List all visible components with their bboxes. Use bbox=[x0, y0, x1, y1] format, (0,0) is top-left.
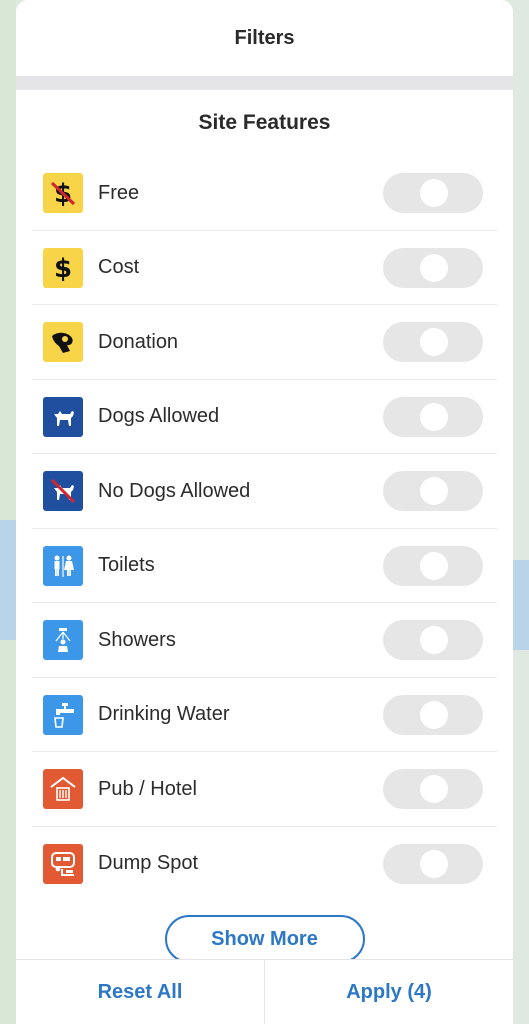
feature-row-cost[interactable]: $ Cost bbox=[16, 231, 513, 306]
feature-row-no-dogs[interactable]: No Dogs Allowed bbox=[16, 454, 513, 529]
feature-row-showers[interactable]: Showers bbox=[16, 603, 513, 678]
feature-label: Donation bbox=[98, 330, 179, 353]
toggle-knob bbox=[420, 700, 448, 729]
toggle-knob bbox=[420, 551, 448, 580]
feature-label: Toilets bbox=[98, 554, 155, 577]
dogs-allowed-toggle[interactable] bbox=[383, 396, 483, 437]
free-toggle[interactable] bbox=[383, 173, 483, 214]
pub-hotel-toggle[interactable] bbox=[383, 769, 483, 810]
dump-icon bbox=[43, 843, 83, 884]
toilets-toggle[interactable] bbox=[383, 545, 483, 586]
cost-toggle[interactable] bbox=[383, 247, 483, 288]
feature-label: Pub / Hotel bbox=[98, 777, 197, 800]
shower-icon bbox=[43, 620, 83, 661]
drinking-water-toggle[interactable] bbox=[383, 694, 483, 735]
donation-icon bbox=[43, 322, 83, 363]
feature-row-free[interactable]: $ Free bbox=[16, 156, 513, 231]
feature-label: Drinking Water bbox=[98, 703, 230, 726]
toilet-icon bbox=[43, 545, 83, 586]
feature-list: $ Free $ Cost Donation Dogs Allowed bbox=[16, 156, 513, 901]
feature-row-drinking-water[interactable]: Drinking Water bbox=[16, 678, 513, 753]
svg-text:$: $ bbox=[54, 254, 72, 283]
toggle-knob bbox=[420, 179, 448, 208]
toggle-knob bbox=[420, 253, 448, 282]
donation-toggle[interactable] bbox=[383, 322, 483, 363]
show-more-button[interactable]: Show More bbox=[164, 915, 365, 963]
feature-label: Dogs Allowed bbox=[98, 405, 220, 428]
feature-row-dump-spot[interactable]: Dump Spot bbox=[16, 827, 513, 902]
feature-row-pub-hotel[interactable]: Pub / Hotel bbox=[16, 752, 513, 827]
no-dog-icon bbox=[43, 471, 83, 512]
feature-label: Free bbox=[98, 181, 140, 204]
feature-label: Showers bbox=[98, 628, 176, 651]
dump-spot-toggle[interactable] bbox=[383, 843, 483, 884]
toggle-knob bbox=[420, 626, 448, 655]
sheet-title: Filters bbox=[234, 26, 295, 49]
apply-button[interactable]: Apply (4) bbox=[265, 960, 513, 1024]
feature-row-dogs-allowed[interactable]: Dogs Allowed bbox=[16, 380, 513, 455]
pub-icon bbox=[43, 769, 83, 810]
feature-row-toilets[interactable]: Toilets bbox=[16, 529, 513, 604]
footer-bar: Reset All Apply (4) bbox=[16, 959, 513, 1024]
filters-sheet: Filters Site Features $ Free $ Cost Dona… bbox=[16, 0, 513, 1024]
free-icon: $ bbox=[43, 173, 83, 214]
tap-icon bbox=[43, 694, 83, 735]
feature-label: Cost bbox=[98, 256, 140, 279]
toggle-knob bbox=[420, 849, 448, 878]
section-title: Site Features bbox=[198, 111, 331, 134]
no-dogs-toggle[interactable] bbox=[383, 471, 483, 512]
toggle-knob bbox=[420, 328, 448, 357]
feature-label: No Dogs Allowed bbox=[98, 479, 251, 502]
toggle-knob bbox=[420, 402, 448, 431]
toggle-knob bbox=[420, 775, 448, 804]
toggle-knob bbox=[420, 477, 448, 506]
reset-all-button[interactable]: Reset All bbox=[16, 960, 264, 1024]
feature-label: Dump Spot bbox=[98, 852, 199, 875]
feature-row-donation[interactable]: Donation bbox=[16, 305, 513, 380]
cost-icon: $ bbox=[43, 247, 83, 288]
dog-icon bbox=[43, 396, 83, 437]
divider bbox=[16, 76, 513, 90]
showers-toggle[interactable] bbox=[383, 620, 483, 661]
